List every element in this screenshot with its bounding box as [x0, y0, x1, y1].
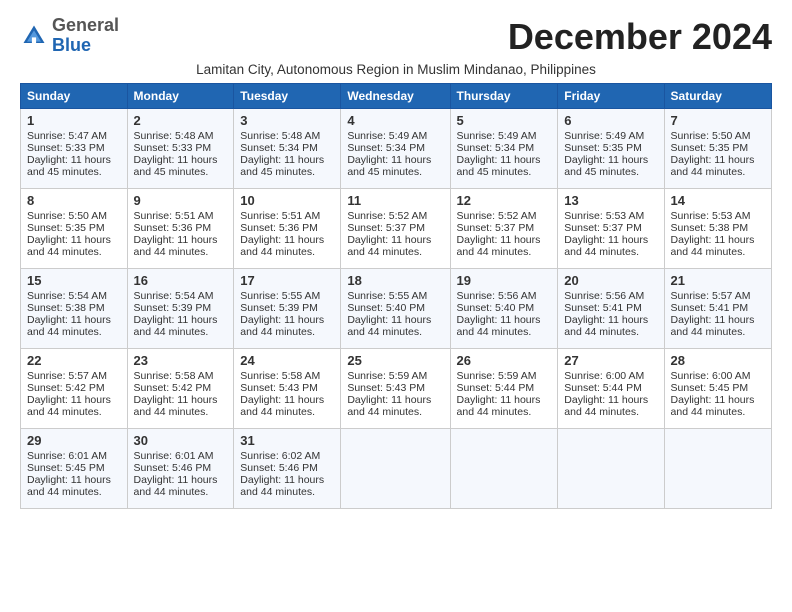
day-number: 4 — [347, 113, 443, 128]
day-number: 3 — [240, 113, 334, 128]
header: General Blue December 2024 — [20, 16, 772, 58]
day-cell-9: 9Sunrise: 5:51 AMSunset: 5:36 PMDaylight… — [127, 189, 234, 269]
day-cell-20: 20Sunrise: 5:56 AMSunset: 5:41 PMDayligh… — [558, 269, 664, 349]
day-number: 30 — [134, 433, 228, 448]
day-cell-23: 23Sunrise: 5:58 AMSunset: 5:42 PMDayligh… — [127, 349, 234, 429]
day-cell-8: 8Sunrise: 5:50 AMSunset: 5:35 PMDaylight… — [21, 189, 128, 269]
day-cell-18: 18Sunrise: 5:55 AMSunset: 5:40 PMDayligh… — [341, 269, 450, 349]
week-row-1: 1Sunrise: 5:47 AMSunset: 5:33 PMDaylight… — [21, 109, 772, 189]
col-header-sunday: Sunday — [21, 84, 128, 109]
day-number: 28 — [671, 353, 765, 368]
day-number: 21 — [671, 273, 765, 288]
day-number: 22 — [27, 353, 121, 368]
day-cell-12: 12Sunrise: 5:52 AMSunset: 5:37 PMDayligh… — [450, 189, 558, 269]
day-cell-11: 11Sunrise: 5:52 AMSunset: 5:37 PMDayligh… — [341, 189, 450, 269]
title-block: December 2024 — [508, 16, 772, 58]
day-number: 8 — [27, 193, 121, 208]
week-row-2: 8Sunrise: 5:50 AMSunset: 5:35 PMDaylight… — [21, 189, 772, 269]
day-number: 23 — [134, 353, 228, 368]
header-row: SundayMondayTuesdayWednesdayThursdayFrid… — [21, 84, 772, 109]
day-number: 15 — [27, 273, 121, 288]
day-number: 14 — [671, 193, 765, 208]
logo-icon — [20, 22, 48, 50]
day-number: 26 — [457, 353, 552, 368]
day-cell-5: 5Sunrise: 5:49 AMSunset: 5:34 PMDaylight… — [450, 109, 558, 189]
day-number: 27 — [564, 353, 657, 368]
logo-text: General Blue — [52, 16, 119, 56]
day-cell-7: 7Sunrise: 5:50 AMSunset: 5:35 PMDaylight… — [664, 109, 771, 189]
day-number: 2 — [134, 113, 228, 128]
day-cell-30: 30Sunrise: 6:01 AMSunset: 5:46 PMDayligh… — [127, 429, 234, 509]
day-cell-26: 26Sunrise: 5:59 AMSunset: 5:44 PMDayligh… — [450, 349, 558, 429]
col-header-tuesday: Tuesday — [234, 84, 341, 109]
day-cell-6: 6Sunrise: 5:49 AMSunset: 5:35 PMDaylight… — [558, 109, 664, 189]
day-cell-21: 21Sunrise: 5:57 AMSunset: 5:41 PMDayligh… — [664, 269, 771, 349]
day-cell-10: 10Sunrise: 5:51 AMSunset: 5:36 PMDayligh… — [234, 189, 341, 269]
day-cell-3: 3Sunrise: 5:48 AMSunset: 5:34 PMDaylight… — [234, 109, 341, 189]
page: General Blue December 2024 Lamitan City,… — [0, 0, 792, 519]
day-cell-19: 19Sunrise: 5:56 AMSunset: 5:40 PMDayligh… — [450, 269, 558, 349]
day-number: 7 — [671, 113, 765, 128]
day-cell-28: 28Sunrise: 6:00 AMSunset: 5:45 PMDayligh… — [664, 349, 771, 429]
day-cell-29: 29Sunrise: 6:01 AMSunset: 5:45 PMDayligh… — [21, 429, 128, 509]
day-cell-24: 24Sunrise: 5:58 AMSunset: 5:43 PMDayligh… — [234, 349, 341, 429]
day-number: 16 — [134, 273, 228, 288]
logo-blue: Blue — [52, 36, 119, 56]
empty-cell — [341, 429, 450, 509]
col-header-saturday: Saturday — [664, 84, 771, 109]
day-number: 1 — [27, 113, 121, 128]
month-title: December 2024 — [508, 16, 772, 58]
day-number: 11 — [347, 193, 443, 208]
day-number: 12 — [457, 193, 552, 208]
day-number: 29 — [27, 433, 121, 448]
day-cell-15: 15Sunrise: 5:54 AMSunset: 5:38 PMDayligh… — [21, 269, 128, 349]
logo: General Blue — [20, 16, 119, 56]
empty-cell — [450, 429, 558, 509]
subtitle: Lamitan City, Autonomous Region in Musli… — [20, 62, 772, 77]
day-cell-16: 16Sunrise: 5:54 AMSunset: 5:39 PMDayligh… — [127, 269, 234, 349]
col-header-friday: Friday — [558, 84, 664, 109]
day-number: 19 — [457, 273, 552, 288]
day-cell-4: 4Sunrise: 5:49 AMSunset: 5:34 PMDaylight… — [341, 109, 450, 189]
day-cell-13: 13Sunrise: 5:53 AMSunset: 5:37 PMDayligh… — [558, 189, 664, 269]
week-row-5: 29Sunrise: 6:01 AMSunset: 5:45 PMDayligh… — [21, 429, 772, 509]
week-row-3: 15Sunrise: 5:54 AMSunset: 5:38 PMDayligh… — [21, 269, 772, 349]
day-number: 5 — [457, 113, 552, 128]
logo-general: General — [52, 16, 119, 36]
day-number: 20 — [564, 273, 657, 288]
day-number: 18 — [347, 273, 443, 288]
calendar-table: SundayMondayTuesdayWednesdayThursdayFrid… — [20, 83, 772, 509]
day-number: 9 — [134, 193, 228, 208]
empty-cell — [664, 429, 771, 509]
day-cell-22: 22Sunrise: 5:57 AMSunset: 5:42 PMDayligh… — [21, 349, 128, 429]
col-header-wednesday: Wednesday — [341, 84, 450, 109]
week-row-4: 22Sunrise: 5:57 AMSunset: 5:42 PMDayligh… — [21, 349, 772, 429]
col-header-monday: Monday — [127, 84, 234, 109]
day-number: 13 — [564, 193, 657, 208]
day-cell-2: 2Sunrise: 5:48 AMSunset: 5:33 PMDaylight… — [127, 109, 234, 189]
day-cell-27: 27Sunrise: 6:00 AMSunset: 5:44 PMDayligh… — [558, 349, 664, 429]
day-cell-14: 14Sunrise: 5:53 AMSunset: 5:38 PMDayligh… — [664, 189, 771, 269]
col-header-thursday: Thursday — [450, 84, 558, 109]
day-cell-17: 17Sunrise: 5:55 AMSunset: 5:39 PMDayligh… — [234, 269, 341, 349]
day-cell-1: 1Sunrise: 5:47 AMSunset: 5:33 PMDaylight… — [21, 109, 128, 189]
day-cell-31: 31Sunrise: 6:02 AMSunset: 5:46 PMDayligh… — [234, 429, 341, 509]
day-number: 10 — [240, 193, 334, 208]
empty-cell — [558, 429, 664, 509]
day-number: 25 — [347, 353, 443, 368]
day-number: 31 — [240, 433, 334, 448]
day-number: 6 — [564, 113, 657, 128]
day-number: 17 — [240, 273, 334, 288]
day-cell-25: 25Sunrise: 5:59 AMSunset: 5:43 PMDayligh… — [341, 349, 450, 429]
day-number: 24 — [240, 353, 334, 368]
